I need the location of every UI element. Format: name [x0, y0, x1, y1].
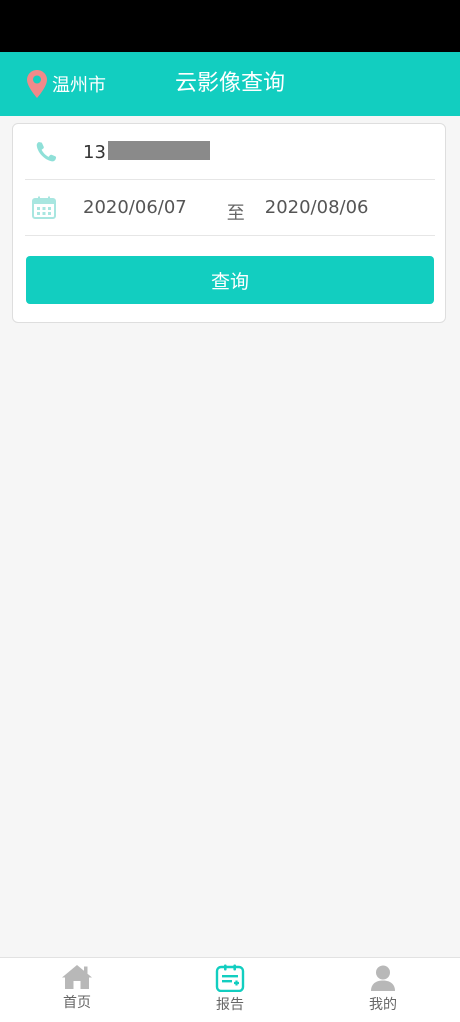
phone-icon: [36, 141, 57, 161]
status-bar: [0, 0, 460, 52]
home-icon: [62, 965, 92, 989]
start-date-field[interactable]: 2020/06/07: [83, 197, 187, 218]
tab-report-label: 报告: [216, 997, 244, 1013]
phone-number: 13: [83, 140, 210, 163]
tab-report[interactable]: 报告: [190, 964, 270, 1020]
page-title: 云影像查询: [174, 71, 285, 96]
tab-home-label: 首页: [63, 995, 91, 1011]
date-range-row: 2020/06/07 至 2020/08/06: [25, 180, 435, 236]
app-header: 温州市 云影像查询: [0, 52, 460, 116]
calendar-icon: [32, 196, 56, 219]
phone-prefix: 13: [83, 141, 106, 163]
end-date-field[interactable]: 2020/08/06: [265, 197, 369, 218]
tab-mine[interactable]: 我的: [343, 964, 423, 1020]
query-card: 13 2020/06/07 至 2020/08/06 查询: [12, 123, 446, 323]
query-button[interactable]: 查询: [26, 256, 434, 304]
user-icon: [371, 965, 395, 991]
report-icon: [215, 964, 245, 992]
date-separator: 至: [226, 202, 245, 224]
phone-row[interactable]: 13: [25, 124, 435, 180]
tab-mine-label: 我的: [369, 997, 397, 1013]
redaction-block: [107, 140, 210, 160]
tab-home[interactable]: 首页: [37, 964, 117, 1020]
bottom-tab-bar: 首页 报告 我的: [0, 957, 460, 1022]
